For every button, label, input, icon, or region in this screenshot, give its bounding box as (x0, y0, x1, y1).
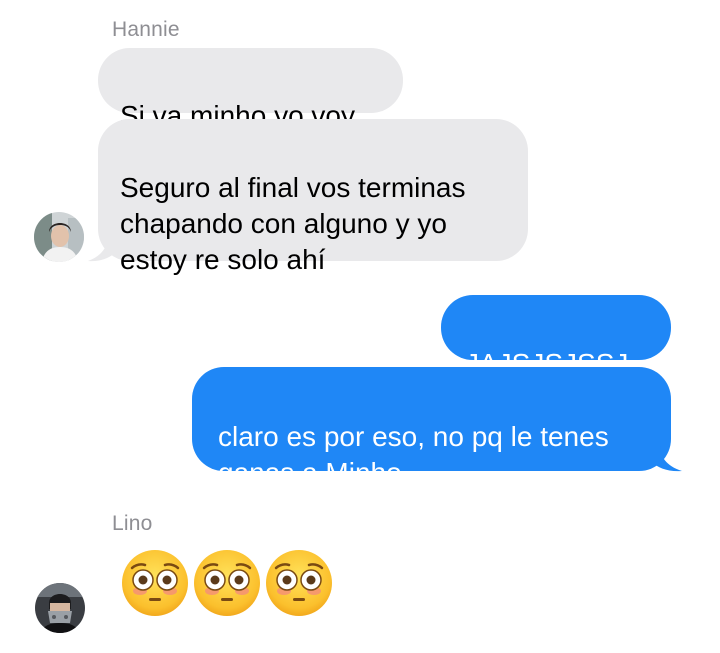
message-bubble-incoming[interactable]: Seguro al final vos terminas chapando co… (98, 119, 528, 275)
message-bubble-outgoing[interactable]: JAJSJSJSSJ (441, 295, 671, 379)
message-thread: Hannie Si va minho yo voy Seguro al fina… (0, 0, 720, 653)
avatar-hannie[interactable] (34, 212, 84, 262)
flushed-face-emoji (122, 550, 188, 616)
message-bubble-incoming[interactable]: Si va minho yo voy (98, 48, 403, 131)
sender-name-lino: Lino (112, 512, 153, 535)
avatar-lino-icon (35, 583, 85, 633)
bubble-tail-incoming (88, 236, 116, 262)
message-text: claro es por eso, no pq le tenes ganas a… (218, 421, 609, 488)
avatar-lino[interactable] (35, 583, 85, 633)
emoji-message[interactable] (120, 548, 334, 618)
flushed-face-emoji (194, 550, 260, 616)
flushed-face-emoji (266, 550, 332, 616)
message-text: Seguro al final vos terminas chapando co… (120, 172, 466, 275)
sender-name-hannie: Hannie (112, 18, 180, 41)
bubble-tail-outgoing (652, 446, 682, 472)
avatar-hannie-icon (34, 212, 84, 262)
message-bubble-outgoing[interactable]: claro es por eso, no pq le tenes ganas a… (192, 367, 671, 488)
